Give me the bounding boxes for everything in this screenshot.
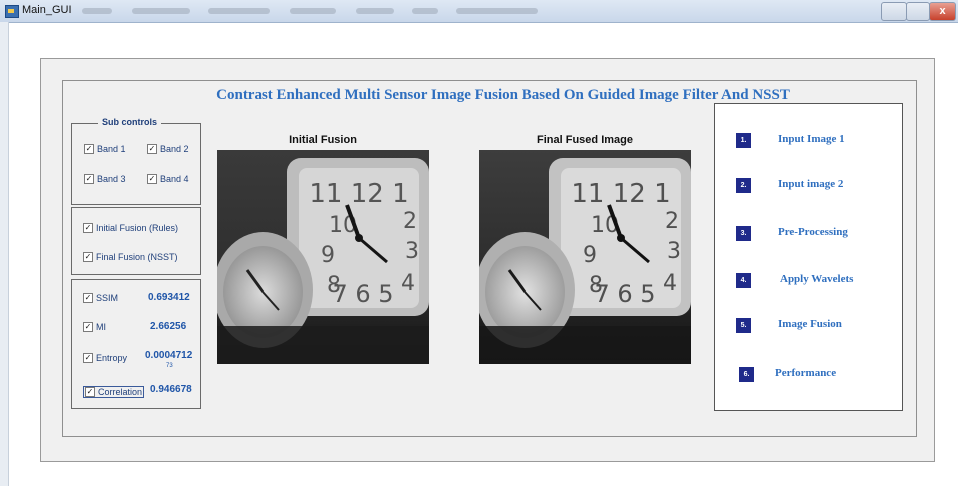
correlation-checkbox[interactable]: ✓ Correlation [83,386,145,398]
page-title: Contrast Enhanced Multi Sensor Image Fus… [216,87,790,103]
step-image-fusion-button[interactable]: 5. Image Fusion [715,318,902,336]
band-label: Band 1 [97,144,126,154]
fusion-options-group: ✓ Initial Fusion (Rules) ✓ Final Fusion (N… [71,207,201,275]
menu-item-blurred[interactable] [132,8,190,14]
mi-value: 2.66256 [150,321,187,332]
step-label: Apply Wavelets [780,273,854,285]
checkbox-tick-icon: ✓ [83,353,93,363]
svg-text:11 12 1: 11 12 1 [309,179,408,209]
step-number-badge: 3. [736,226,751,241]
svg-text:4: 4 [663,271,677,296]
fusion-option-label: Initial Fusion (Rules) [96,223,179,233]
initial-fusion-title: Initial Fusion [289,134,357,146]
entropy-value-overflow: 73 [166,363,173,369]
step-label: Pre-Processing [778,226,848,238]
step-number-badge: 4. [736,273,751,288]
step-label: Performance [775,367,837,379]
svg-text:7 6 5: 7 6 5 [594,280,655,308]
checkbox-tick-icon: ✓ [83,293,93,303]
menu-item-blurred[interactable] [456,8,538,14]
mi-checkbox[interactable]: ✓ MI [83,322,106,332]
checkbox-tick-icon: ✓ [147,144,157,154]
matlab-figure-icon [5,5,19,18]
initial-fusion-image: 11 12 1 10 2 9 3 8 4 7 6 5 [217,150,429,364]
checkbox-tick-icon: ✓ [83,322,93,332]
checkbox-tick-icon: ✓ [84,144,94,154]
sub-controls-legend: Sub controls [98,117,162,127]
ssim-checkbox[interactable]: ✓ SSIM [83,293,118,303]
metrics-group: ✓ SSIM 0.693412 ✓ MI 2.66256 ✓ Entropy 0.00… [71,279,201,409]
metric-label: Correlation [98,387,143,397]
menu-item-blurred[interactable] [82,8,112,14]
window-title: Main_GUI [22,4,72,16]
checkbox-tick-icon: ✓ [83,223,93,233]
svg-text:9: 9 [583,243,597,268]
svg-text:11 12 1: 11 12 1 [571,179,670,209]
steps-panel: 1. Input Image 1 2. Input image 2 3. Pre… [714,103,903,411]
main-panel: Contrast Enhanced Multi Sensor Image Fus… [62,80,917,437]
metric-label: SSIM [96,293,119,303]
step-label: Image Fusion [778,318,842,330]
menu-item-blurred[interactable] [208,8,270,14]
svg-text:9: 9 [321,243,335,268]
close-button[interactable]: x [929,2,956,21]
menu-item-blurred[interactable] [412,8,438,14]
fusion-option-label: Final Fusion (NSST) [96,252,178,262]
window-titlebar: Main_GUI x [0,0,958,23]
entropy-checkbox[interactable]: ✓ Entropy [83,353,127,363]
minimize-button[interactable] [881,2,907,21]
svg-text:3: 3 [667,239,681,264]
final-fusion-checkbox[interactable]: ✓ Final Fusion (NSST) [83,252,178,262]
step-number-badge: 5. [736,318,751,333]
entropy-value: 0.0004712 [145,350,193,361]
svg-text:3: 3 [405,239,419,264]
checkbox-tick-icon: ✓ [83,252,93,262]
svg-text:2: 2 [665,209,679,234]
checkbox-tick-icon: ✓ [85,387,95,397]
band-4-checkbox[interactable]: ✓ Band 4 [147,174,189,184]
step-pre-processing-button[interactable]: 3. Pre-Processing [715,226,902,244]
correlation-value: 0.946678 [150,384,192,395]
band-3-checkbox[interactable]: ✓ Band 3 [84,174,126,184]
maximize-button[interactable] [906,2,930,21]
step-input-image-1-button[interactable]: 1. Input Image 1 [715,133,902,151]
metric-label: Entropy [96,353,128,363]
checkbox-tick-icon: ✓ [147,174,157,184]
band-2-checkbox[interactable]: ✓ Band 2 [147,144,189,154]
step-number-badge: 6. [739,367,754,382]
metric-label: MI [96,322,106,332]
svg-text:7 6 5: 7 6 5 [332,280,393,308]
initial-fusion-checkbox[interactable]: ✓ Initial Fusion (Rules) [83,223,178,233]
step-performance-button[interactable]: 6. Performance [715,367,902,385]
final-fused-image: 11 12 1 10 2 9 3 8 4 7 6 5 [479,150,691,364]
checkbox-tick-icon: ✓ [84,174,94,184]
window-left-edge [0,22,9,486]
band-label: Band 4 [160,174,189,184]
final-fused-image-title: Final Fused Image [537,134,633,146]
svg-text:4: 4 [401,271,415,296]
menu-item-blurred[interactable] [356,8,394,14]
sub-controls-group: Sub controls ✓ Band 1 ✓ Band 2 ✓ Band 3 ✓ Ba… [71,117,201,205]
ssim-value: 0.693412 [148,292,190,303]
band-label: Band 3 [97,174,126,184]
band-1-checkbox[interactable]: ✓ Band 1 [84,144,126,154]
step-label: Input Image 1 [778,133,845,145]
step-label: Input image 2 [778,178,844,190]
step-number-badge: 2. [736,178,751,193]
step-apply-wavelets-button[interactable]: 4. Apply Wavelets [715,273,902,291]
band-label: Band 2 [160,144,189,154]
svg-text:2: 2 [403,209,417,234]
menu-item-blurred[interactable] [290,8,336,14]
step-input-image-2-button[interactable]: 2. Input image 2 [715,178,902,196]
step-number-badge: 1. [736,133,751,148]
